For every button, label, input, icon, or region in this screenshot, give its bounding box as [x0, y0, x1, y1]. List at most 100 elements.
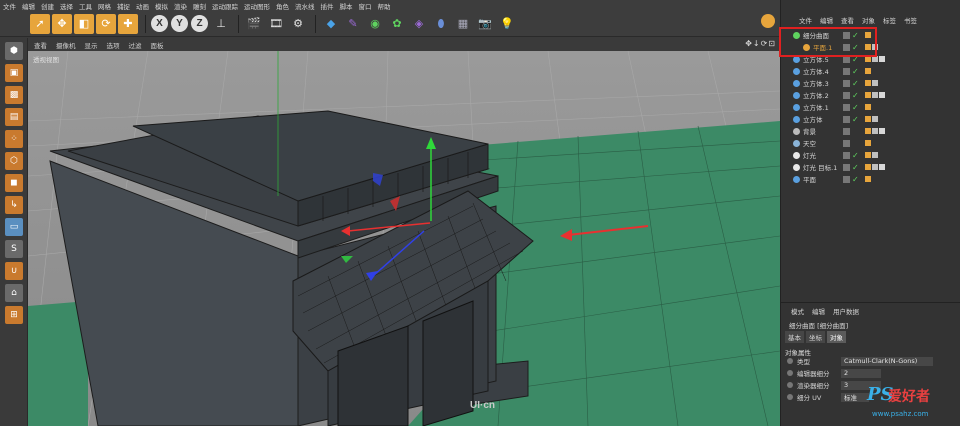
- workplane-icon[interactable]: ▤: [5, 108, 23, 126]
- layer-flag-icon[interactable]: [843, 79, 850, 87]
- tag-icon[interactable]: [865, 128, 871, 134]
- object-row[interactable]: 灯光 目标.1 ✓: [781, 161, 960, 173]
- grid-icon[interactable]: ⊞: [5, 306, 23, 324]
- obj-menu-file[interactable]: 文件: [799, 15, 812, 25]
- visibility-flags[interactable]: ✓: [843, 115, 861, 124]
- attr-menu-mode[interactable]: 模式: [791, 306, 804, 316]
- tag-icon[interactable]: [872, 80, 878, 86]
- enabled-check-icon[interactable]: ✓: [852, 115, 859, 124]
- menu-item[interactable]: 渲染: [174, 1, 187, 11]
- tag-icon[interactable]: [865, 140, 871, 146]
- layer-flag-icon[interactable]: [843, 139, 850, 147]
- menu-item[interactable]: 角色: [276, 1, 289, 11]
- editor-subdivision-field[interactable]: 2: [841, 368, 881, 378]
- render-view-icon[interactable]: 🎬: [244, 14, 264, 34]
- tag-icon[interactable]: [865, 116, 871, 122]
- tag-icon[interactable]: [865, 104, 871, 110]
- menu-item[interactable]: 流水线: [295, 1, 315, 11]
- menu-item[interactable]: 网格: [98, 1, 111, 11]
- object-name[interactable]: 立方体.4: [803, 66, 829, 76]
- tag-icon[interactable]: [865, 80, 871, 86]
- field-icon[interactable]: ⬮: [431, 14, 451, 34]
- visibility-flags[interactable]: ✓: [843, 163, 861, 172]
- radio-icon[interactable]: [787, 370, 793, 376]
- tag-icon[interactable]: [872, 92, 878, 98]
- visibility-flags[interactable]: ✓: [843, 151, 861, 160]
- menu-item[interactable]: 模拟: [155, 1, 168, 11]
- cloner-icon[interactable]: ✿: [387, 14, 407, 34]
- object-row[interactable]: 立方体.3 ✓: [781, 77, 960, 89]
- object-name[interactable]: 平面: [803, 174, 816, 184]
- layer-flag-icon[interactable]: [843, 163, 850, 171]
- type-dropdown[interactable]: Catmull-Clark(N-Gons): [841, 356, 933, 366]
- layer-flag-icon[interactable]: [843, 103, 850, 111]
- deformer-icon[interactable]: ◈: [409, 14, 429, 34]
- tag-icon[interactable]: [879, 164, 885, 170]
- menu-item[interactable]: 文件: [3, 1, 16, 11]
- viewport-menu-options[interactable]: 选项: [107, 40, 120, 50]
- tag-icon[interactable]: [865, 176, 871, 182]
- object-row[interactable]: 立方体.2 ✓: [781, 89, 960, 101]
- layer-flag-icon[interactable]: [843, 67, 850, 75]
- menu-item[interactable]: 运动跟踪: [212, 1, 238, 11]
- cube-icon[interactable]: ◆: [321, 14, 341, 34]
- visibility-flags[interactable]: ✓: [843, 67, 861, 76]
- light-icon[interactable]: 💡: [497, 14, 517, 34]
- enabled-check-icon[interactable]: ✓: [852, 163, 859, 172]
- subdivision-icon[interactable]: ◉: [365, 14, 385, 34]
- object-name[interactable]: 灯光 目标.1: [803, 162, 837, 172]
- layer-flag-icon[interactable]: [843, 151, 850, 159]
- visibility-flags[interactable]: ✓: [843, 91, 861, 100]
- obj-menu-edit[interactable]: 编辑: [820, 15, 833, 25]
- tag-icon[interactable]: [865, 152, 871, 158]
- object-name[interactable]: 立方体.3: [803, 78, 829, 88]
- tag-icon[interactable]: [872, 152, 878, 158]
- enabled-check-icon[interactable]: ✓: [852, 151, 859, 160]
- layer-flag-icon[interactable]: [843, 91, 850, 99]
- viewport-menu-filter[interactable]: 过滤: [129, 40, 142, 50]
- rotate-tool-icon[interactable]: ⟳: [96, 13, 116, 34]
- coordinate-system-icon[interactable]: ⊥: [211, 14, 231, 34]
- menu-item[interactable]: 雕刻: [193, 1, 206, 11]
- obj-menu-bookmarks[interactable]: 书签: [904, 15, 917, 25]
- visibility-flags[interactable]: ✓: [843, 79, 861, 88]
- visibility-flags[interactable]: [843, 127, 852, 135]
- tag-icon[interactable]: [872, 128, 878, 134]
- tag-icon[interactable]: [872, 116, 878, 122]
- obj-menu-tags[interactable]: 标签: [883, 15, 896, 25]
- polygons-mode-icon[interactable]: ◼: [5, 174, 23, 192]
- axis-mode-icon[interactable]: ↳: [5, 196, 23, 214]
- visibility-flags[interactable]: ✓: [843, 103, 861, 112]
- layer-flag-icon[interactable]: [843, 175, 850, 183]
- subtab-object[interactable]: 对象: [827, 331, 846, 343]
- enabled-check-icon[interactable]: ✓: [852, 175, 859, 184]
- snap-icon[interactable]: S: [5, 240, 23, 258]
- z-axis-button[interactable]: Z: [191, 15, 208, 32]
- tag-icon[interactable]: [865, 164, 871, 170]
- add-tool-icon[interactable]: ✚: [118, 13, 138, 34]
- obj-menu-objects[interactable]: 对象: [862, 15, 875, 25]
- object-name[interactable]: 灯光: [803, 150, 816, 160]
- tweak-mode-icon[interactable]: ▭: [5, 218, 23, 236]
- object-name[interactable]: 背景: [803, 126, 816, 136]
- object-row[interactable]: 立方体.1 ✓: [781, 101, 960, 113]
- subdivide-uv-dropdown[interactable]: 标准: [841, 392, 869, 402]
- move-tool-icon[interactable]: ✥: [52, 13, 72, 34]
- radio-icon[interactable]: [787, 382, 793, 388]
- tag-icon[interactable]: [879, 56, 885, 62]
- menu-item[interactable]: 选择: [60, 1, 73, 11]
- tag-icon[interactable]: [865, 92, 871, 98]
- object-row[interactable]: 立方体.4 ✓: [781, 65, 960, 77]
- menu-item[interactable]: 创建: [41, 1, 54, 11]
- lock-icon[interactable]: ⌂: [5, 284, 23, 302]
- texture-mode-icon[interactable]: ▩: [5, 86, 23, 104]
- enabled-check-icon[interactable]: ✓: [852, 91, 859, 100]
- attr-menu-edit[interactable]: 编辑: [812, 306, 825, 316]
- menu-item[interactable]: 帮助: [378, 1, 391, 11]
- visibility-flags[interactable]: [843, 139, 852, 147]
- enabled-check-icon[interactable]: ✓: [852, 79, 859, 88]
- menu-item[interactable]: 捕捉: [117, 1, 130, 11]
- menu-item[interactable]: 窗口: [359, 1, 372, 11]
- enabled-check-icon[interactable]: ✓: [852, 103, 859, 112]
- x-axis-button[interactable]: X: [151, 15, 168, 32]
